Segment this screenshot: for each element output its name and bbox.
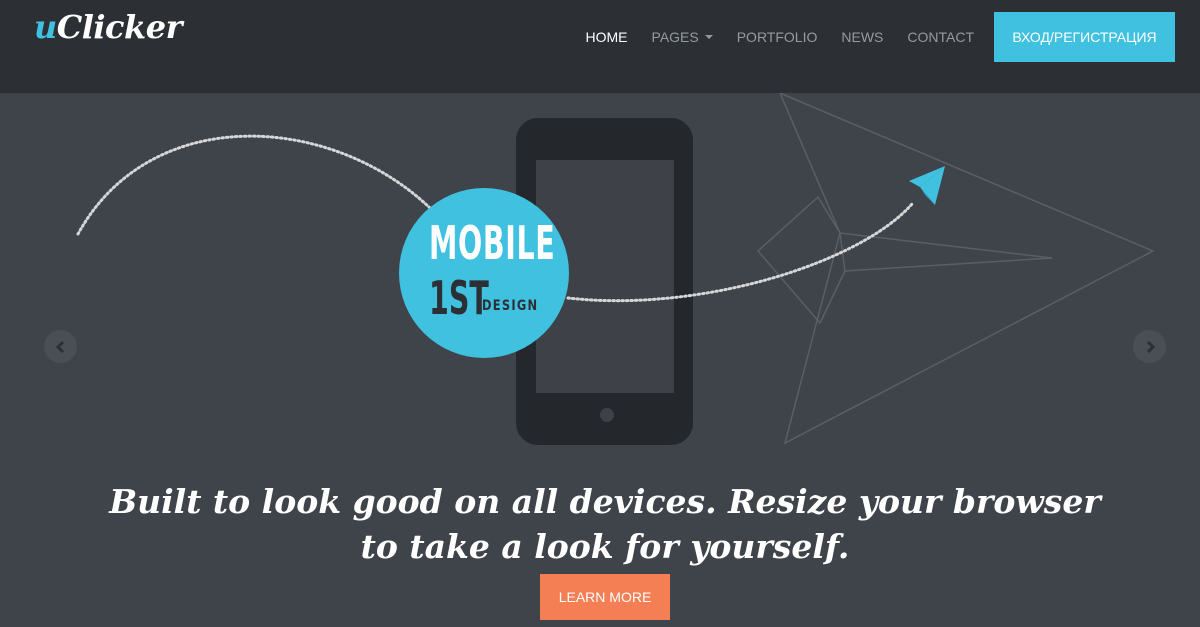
chevron-left-icon xyxy=(55,340,64,353)
slider-next-button[interactable] xyxy=(1133,330,1166,363)
main-nav: HOME PAGES PORTFOLIO NEWS CONTACT ВХОД/Р… xyxy=(586,12,1175,62)
learn-more-button[interactable]: LEARN MORE xyxy=(540,574,670,620)
nav-contact[interactable]: CONTACT xyxy=(907,29,974,45)
paper-plane-outline xyxy=(756,93,1155,445)
nav-pages[interactable]: PAGES xyxy=(652,29,713,45)
mobile-first-badge: MOBILE 1ST DESIGN xyxy=(399,188,569,358)
caret-down-icon xyxy=(704,35,713,39)
logo[interactable]: uClicker xyxy=(34,8,182,46)
badge-1st-text: 1ST xyxy=(429,271,489,325)
badge-mobile-text: MOBILE xyxy=(429,216,556,270)
badge-design-text: DESIGN xyxy=(482,298,539,314)
hero-tagline: Built to look good on all devices. Resiz… xyxy=(109,482,1101,566)
nav-portfolio[interactable]: PORTFOLIO xyxy=(737,29,818,45)
login-register-button[interactable]: ВХОД/РЕГИСТРАЦИЯ xyxy=(994,12,1175,62)
slider-prev-button[interactable] xyxy=(44,330,77,363)
top-navbar: uClicker HOME PAGES PORTFOLIO NEWS CONTA… xyxy=(0,0,1200,93)
hero-slider: MOBILE 1ST DESIGN Built to look good on … xyxy=(0,93,1200,627)
logo-prefix: u xyxy=(34,8,57,46)
nav-home[interactable]: HOME xyxy=(586,29,628,45)
nav-pages-label: PAGES xyxy=(651,29,699,45)
nav-news[interactable]: NEWS xyxy=(841,29,883,45)
logo-text: Clicker xyxy=(56,8,183,46)
paper-plane-icon xyxy=(909,166,945,205)
chevron-right-icon xyxy=(1146,340,1155,353)
